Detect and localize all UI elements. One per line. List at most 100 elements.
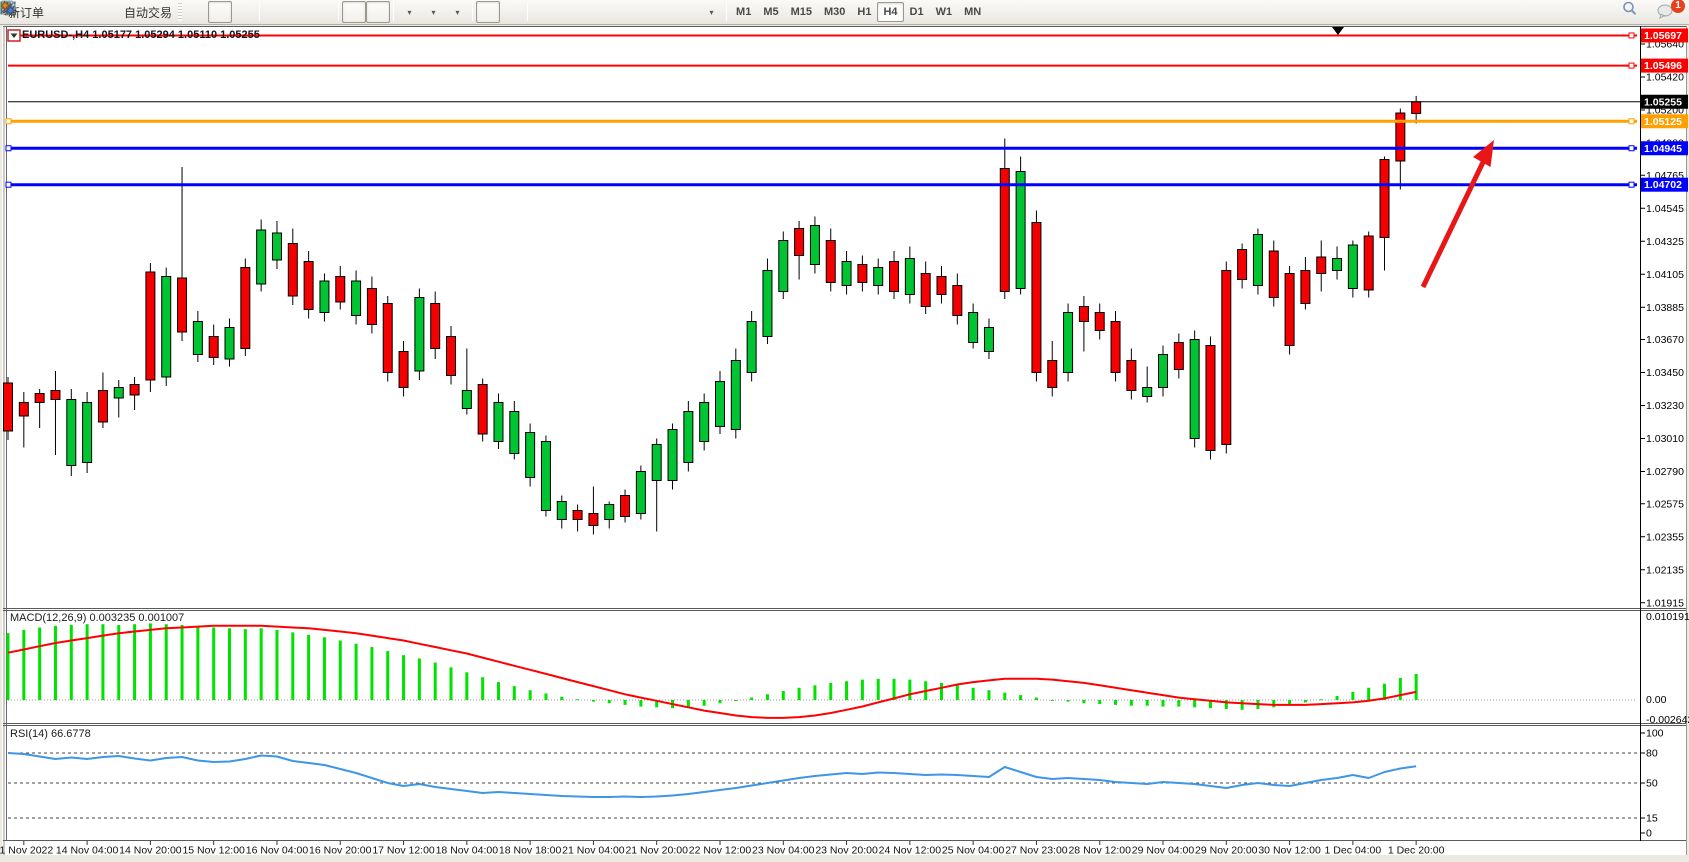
svg-text:16 Nov 04:00: 16 Nov 04:00 [246, 845, 309, 857]
text-tool[interactable]: A [651, 1, 675, 23]
periods-button[interactable]: ▾ [421, 1, 445, 23]
text-label-tool[interactable]: T [675, 1, 699, 23]
chart-svg[interactable]: 1.056401.054201.052001.049801.047651.045… [0, 26, 1689, 862]
chart-window-button[interactable] [72, 1, 96, 23]
toolbar-separator [527, 3, 528, 21]
svg-text:23 Nov 04:00: 23 Nov 04:00 [752, 845, 815, 857]
notification-badge: 1 [1671, 0, 1685, 13]
timeframe-h4[interactable]: H4 [877, 2, 903, 22]
svg-text:1.04325: 1.04325 [1646, 236, 1684, 248]
svg-text:17 Nov 12:00: 17 Nov 12:00 [372, 845, 435, 857]
svg-text:11 Nov 2022: 11 Nov 2022 [0, 845, 53, 857]
svg-text:-0.002642: -0.002642 [1646, 714, 1689, 726]
svg-text:22 Nov 12:00: 22 Nov 12:00 [689, 845, 752, 857]
channel-tool[interactable]: E [603, 1, 627, 23]
svg-text:1.05697: 1.05697 [1644, 30, 1682, 42]
toolbar-separator [259, 3, 260, 21]
svg-text:1.02135: 1.02135 [1646, 564, 1684, 576]
timeframe-m15[interactable]: M15 [785, 2, 818, 22]
line-chart-button[interactable] [232, 1, 256, 23]
eraser-button[interactable] [48, 1, 72, 23]
svg-text:100: 100 [1646, 728, 1664, 740]
svg-text:1.02575: 1.02575 [1646, 498, 1684, 510]
svg-text:1.01915: 1.01915 [1646, 597, 1684, 609]
main-toolbar: 新订单 自动交易 ▾ ▾ [0, 0, 1689, 25]
svg-text:1.03230: 1.03230 [1646, 400, 1684, 412]
periods-dropdown-caret: ▾ [432, 8, 436, 17]
svg-text:0.010191: 0.010191 [1646, 611, 1689, 623]
macd-indicator-label: MACD(12,26,9) 0.003235 0.001007 [10, 612, 184, 624]
svg-text:29 Nov 20:00: 29 Nov 20:00 [1195, 845, 1258, 857]
auto-scroll-button[interactable] [342, 1, 366, 23]
cursor-button[interactable] [476, 1, 500, 23]
chat-button[interactable]: 1 [1655, 2, 1679, 24]
timeframe-h1[interactable]: H1 [851, 2, 877, 22]
shapes-diamonds-icon [0, 0, 16, 16]
svg-text:1.02790: 1.02790 [1646, 466, 1684, 478]
templates-button[interactable]: ▾ [445, 1, 469, 23]
svg-text:1.04545: 1.04545 [1646, 203, 1684, 215]
svg-text:1.03010: 1.03010 [1646, 433, 1684, 445]
svg-text:30 Nov 12:00: 30 Nov 12:00 [1258, 845, 1321, 857]
svg-text:50: 50 [1646, 778, 1658, 790]
candle-chart-button[interactable] [208, 1, 232, 23]
timeframe-mn[interactable]: MN [958, 2, 987, 22]
svg-text:1.02355: 1.02355 [1646, 531, 1684, 543]
timeframe-w1[interactable]: W1 [930, 2, 959, 22]
toolbar-separator [472, 3, 473, 21]
svg-text:1.05125: 1.05125 [1644, 116, 1682, 128]
horizontal-line-tool[interactable] [555, 1, 579, 23]
svg-text:14 Nov 04:00: 14 Nov 04:00 [56, 845, 119, 857]
svg-text:1.03450: 1.03450 [1646, 367, 1684, 379]
toolbar-separator [726, 3, 727, 21]
svg-text:18 Nov 04:00: 18 Nov 04:00 [436, 845, 499, 857]
autotrading-button[interactable]: 自动交易 [120, 1, 176, 23]
svg-text:15 Nov 12:00: 15 Nov 12:00 [182, 845, 245, 857]
svg-text:1.05496: 1.05496 [1644, 60, 1682, 72]
svg-text:80: 80 [1646, 748, 1658, 760]
timeframe-m5[interactable]: M5 [757, 2, 784, 22]
bar-chart-button[interactable] [184, 1, 208, 23]
vertical-line-tool[interactable] [531, 1, 555, 23]
svg-text:28 Nov 12:00: 28 Nov 12:00 [1068, 845, 1131, 857]
signal-button[interactable] [96, 1, 120, 23]
indicators-button[interactable]: ▾ [397, 1, 421, 23]
search-icon [1621, 0, 1638, 17]
indicators-dropdown-caret: ▾ [408, 8, 412, 17]
svg-text:1 Dec 20:00: 1 Dec 20:00 [1388, 845, 1445, 857]
svg-text:23 Nov 20:00: 23 Nov 20:00 [815, 845, 878, 857]
arrows-tool[interactable]: ▾ [699, 1, 723, 23]
templates-dropdown-caret: ▾ [456, 8, 460, 17]
svg-text:24 Nov 12:00: 24 Nov 12:00 [879, 845, 942, 857]
svg-text:21 Nov 04:00: 21 Nov 04:00 [562, 845, 625, 857]
zoom-out-button[interactable] [287, 1, 311, 23]
chart-shift-button[interactable] [366, 1, 390, 23]
svg-text:25 Nov 04:00: 25 Nov 04:00 [942, 845, 1005, 857]
svg-text:1 Dec 04:00: 1 Dec 04:00 [1325, 845, 1382, 857]
toolbar-separator [393, 3, 394, 21]
svg-text:14 Nov 20:00: 14 Nov 20:00 [119, 845, 182, 857]
svg-text:1.05420: 1.05420 [1646, 72, 1684, 84]
svg-text:1.03885: 1.03885 [1646, 302, 1684, 314]
toolbar-separator [338, 3, 339, 21]
timeframe-d1[interactable]: D1 [904, 2, 930, 22]
chart-canvas[interactable]: 1.056401.054201.052001.049801.047651.045… [0, 26, 1689, 862]
autotrading-label: 自动交易 [124, 4, 172, 21]
svg-text:0: 0 [1646, 828, 1652, 840]
rsi-indicator-label: RSI(14) 66.6778 [10, 728, 91, 740]
svg-text:15: 15 [1646, 813, 1658, 825]
tile-windows-button[interactable] [311, 1, 335, 23]
svg-text:1.05255: 1.05255 [1644, 96, 1682, 108]
timeframe-m30[interactable]: M30 [818, 2, 851, 22]
trendline-tool[interactable] [579, 1, 603, 23]
search-button[interactable] [1621, 2, 1645, 24]
crosshair-button[interactable] [500, 1, 524, 23]
svg-text:29 Nov 04:00: 29 Nov 04:00 [1132, 845, 1195, 857]
symbol-dropdown-icon[interactable] [8, 30, 20, 41]
svg-text:1.04702: 1.04702 [1644, 179, 1682, 191]
fibonacci-tool[interactable]: F [627, 1, 651, 23]
timeframe-m1[interactable]: M1 [730, 2, 757, 22]
svg-text:1.03670: 1.03670 [1646, 334, 1684, 346]
arrows-dropdown-caret: ▾ [710, 8, 714, 17]
zoom-in-button[interactable] [263, 1, 287, 23]
